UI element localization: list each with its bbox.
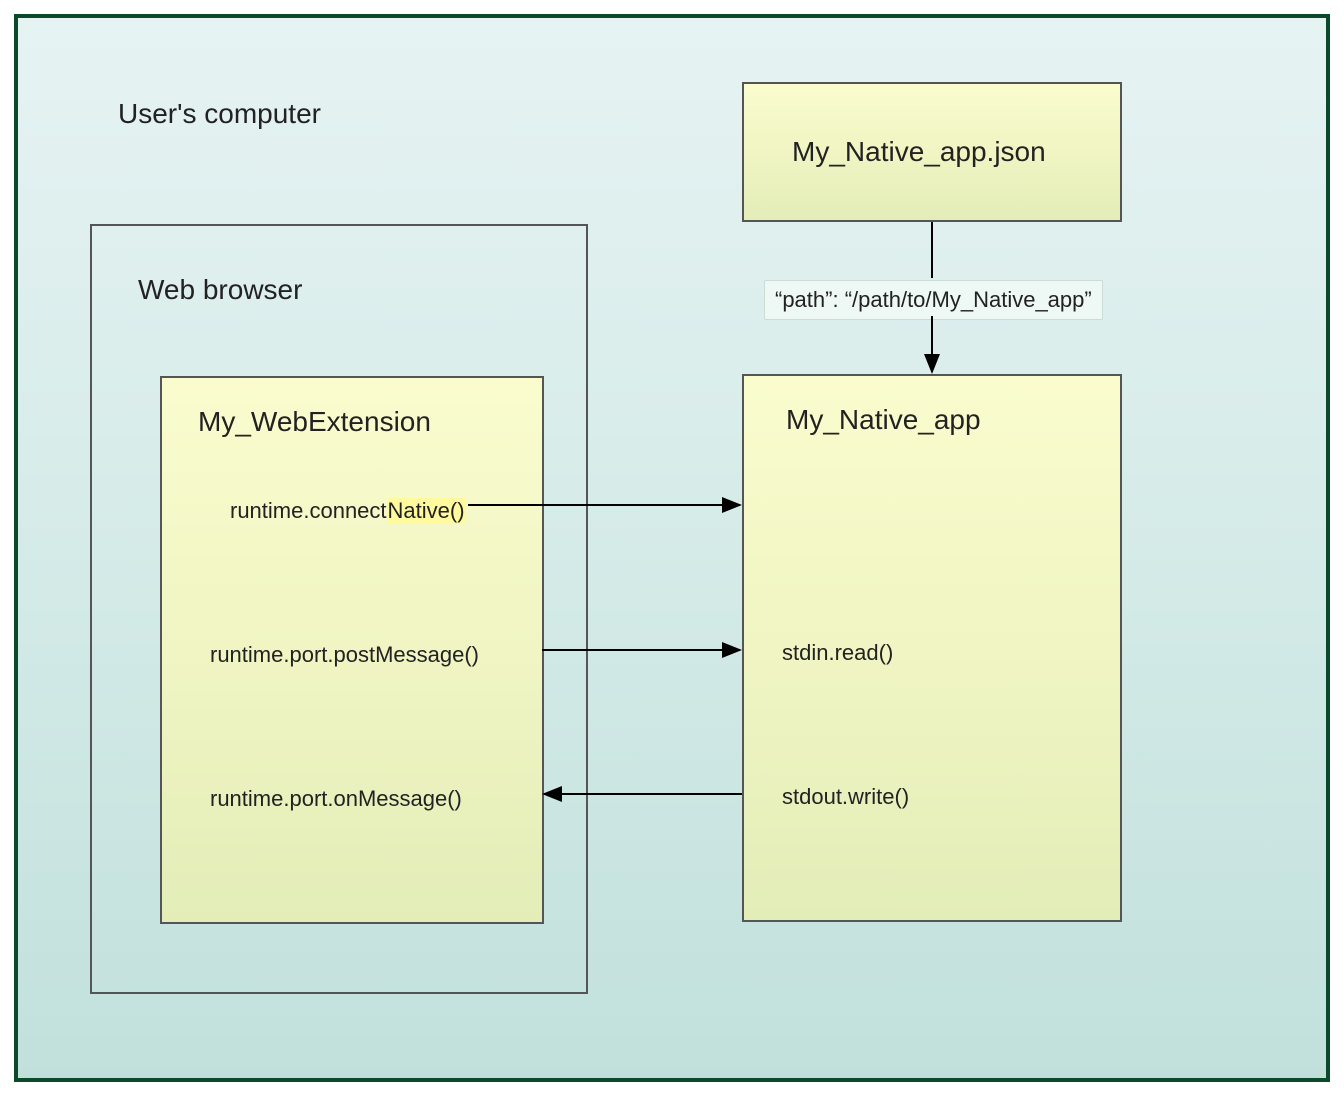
native-app-box: My_Native_app stdin.read() stdout.write(…: [742, 374, 1122, 922]
api-stdin-read: stdin.read(): [782, 640, 893, 666]
manifest-path-label: “path”: “/path/to/My_Native_app”: [764, 280, 1103, 320]
user-computer-container: User's computer Web browser My_WebExtens…: [14, 14, 1330, 1082]
webextension-box: My_WebExtension runtime.connectNative() …: [160, 376, 544, 924]
api-connect-native-prefix: runtime.connect: [230, 498, 387, 523]
manifest-box: My_Native_app.json: [742, 82, 1122, 222]
api-connect-native-highlight: Native(): [387, 498, 466, 523]
api-post-message: runtime.port.postMessage(): [210, 642, 479, 668]
api-connect-native: runtime.connectNative(): [230, 498, 466, 524]
api-on-message: runtime.port.onMessage(): [210, 786, 462, 812]
webextension-title: My_WebExtension: [198, 406, 431, 438]
web-browser-label: Web browser: [138, 274, 302, 306]
api-stdout-write: stdout.write(): [782, 784, 909, 810]
native-app-title: My_Native_app: [786, 404, 981, 436]
user-computer-label: User's computer: [118, 98, 321, 130]
diagram-canvas: User's computer Web browser My_WebExtens…: [0, 0, 1344, 1096]
manifest-title: My_Native_app.json: [792, 136, 1046, 168]
web-browser-container: Web browser My_WebExtension runtime.conn…: [90, 224, 588, 994]
